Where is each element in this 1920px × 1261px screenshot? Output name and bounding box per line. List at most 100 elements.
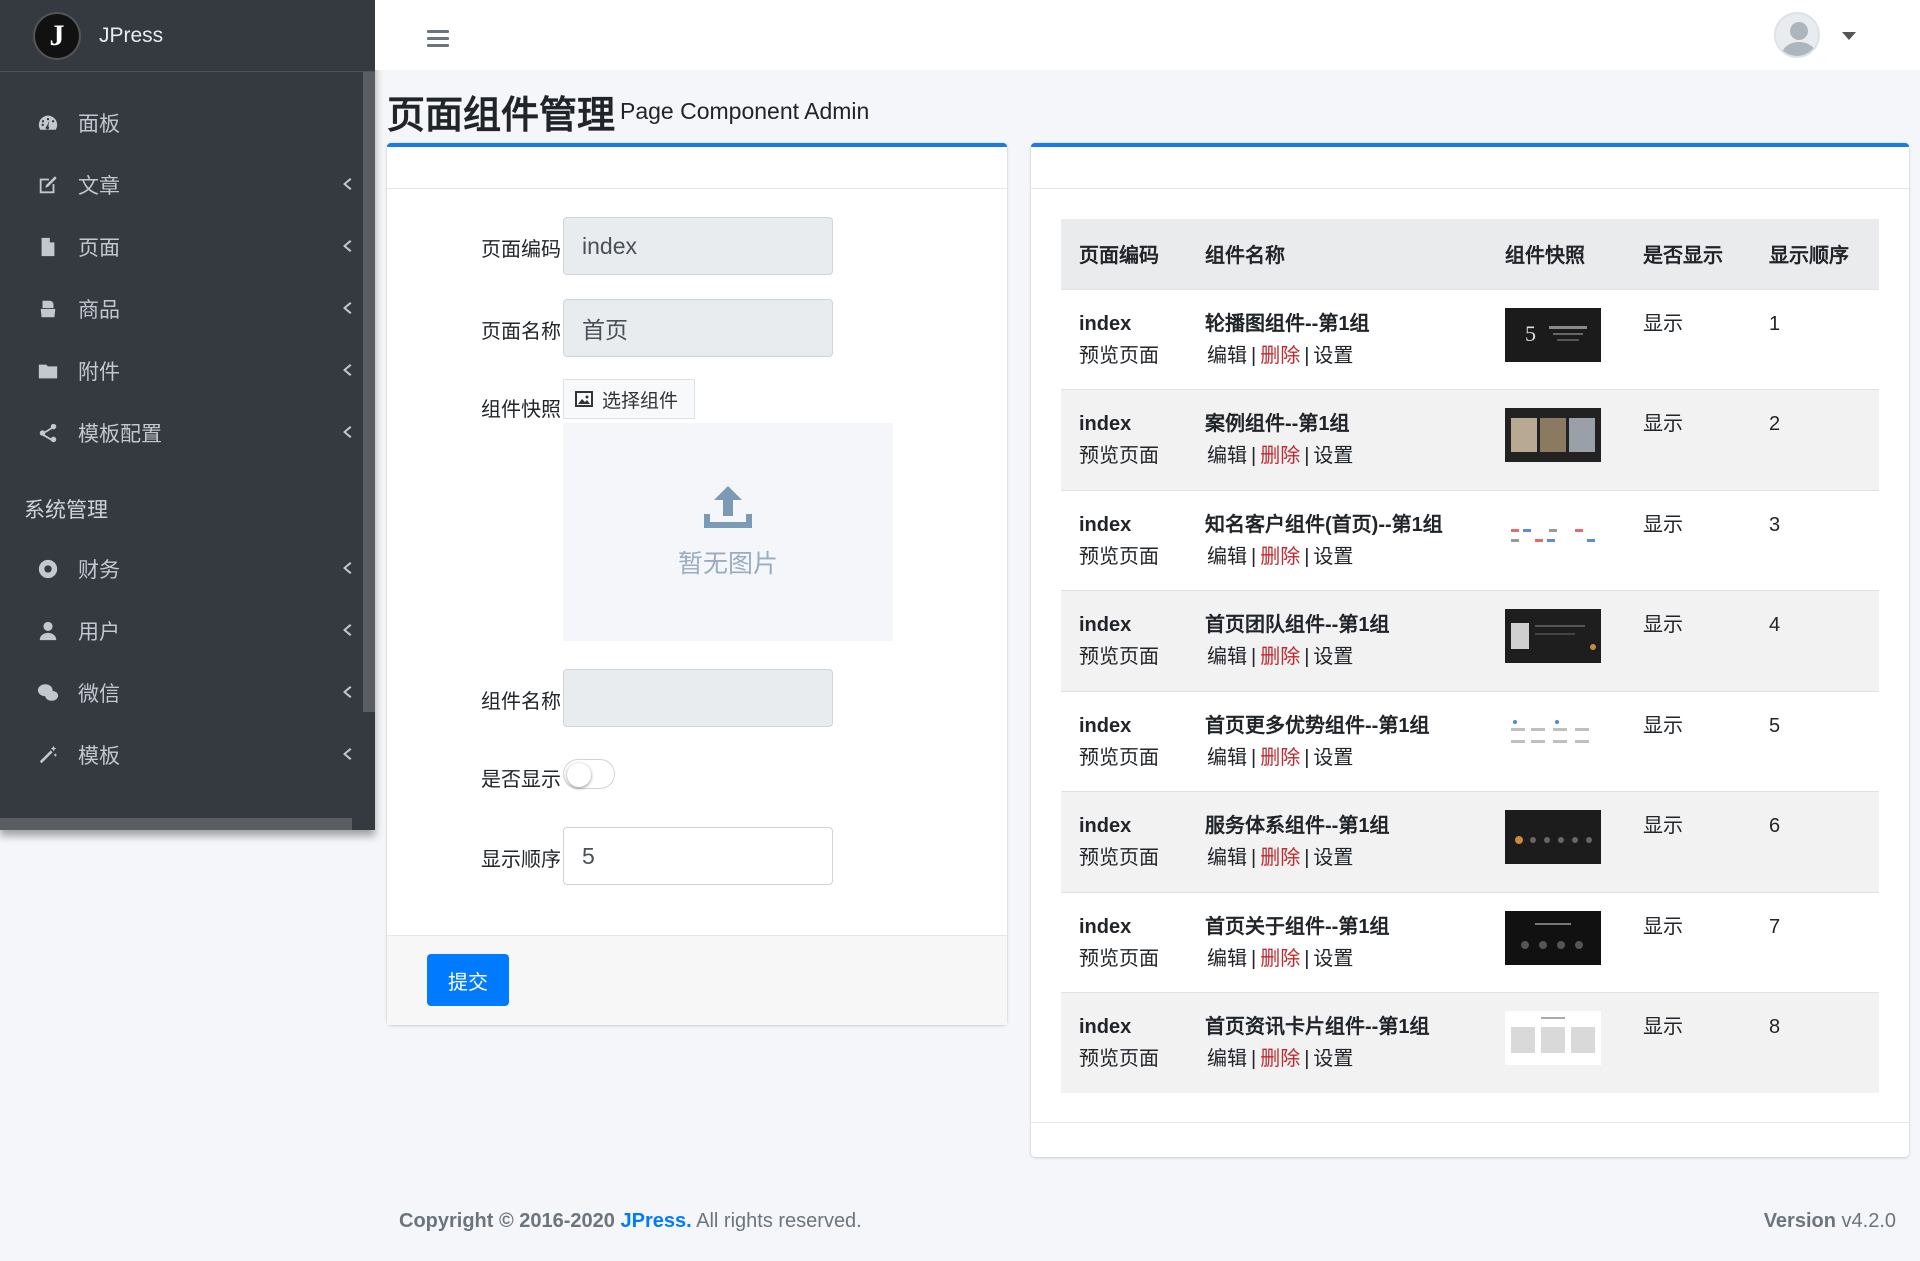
- sidebar-item-template-config[interactable]: 模板配置: [0, 402, 375, 464]
- edit-link[interactable]: 编辑: [1207, 747, 1247, 769]
- component-snapshot-thumbnail[interactable]: [1505, 810, 1601, 864]
- action-separator: |: [1251, 847, 1257, 869]
- table-row: index 预览页面 首页资讯卡片组件--第1组 编辑 | 删除 | 设置 显示 8: [1061, 992, 1879, 1093]
- sidebar-item-products[interactable]: 商品: [0, 278, 375, 340]
- component-name: 服务体系组件--第1组: [1205, 815, 1390, 837]
- preview-page-link[interactable]: 预览页面: [1079, 440, 1187, 472]
- sidebar-item-templates[interactable]: 模板: [0, 724, 375, 786]
- settings-link[interactable]: 设置: [1313, 847, 1353, 869]
- brand[interactable]: J JPress: [0, 0, 375, 72]
- show-toggle[interactable]: [563, 759, 615, 789]
- preview-page-link[interactable]: 预览页面: [1079, 1043, 1187, 1075]
- preview-page-link[interactable]: 预览页面: [1079, 842, 1187, 874]
- component-snapshot-thumbnail[interactable]: [1505, 408, 1601, 462]
- sidebar-item-wechat[interactable]: 微信: [0, 662, 375, 724]
- sidebar-item-attachments[interactable]: 附件: [0, 340, 375, 402]
- sidebar-horizontal-scrollbar[interactable]: [0, 818, 352, 830]
- component-name-input[interactable]: [563, 669, 833, 727]
- sidebar-section-header: 系统管理: [24, 499, 108, 522]
- edit-link[interactable]: 编辑: [1207, 546, 1247, 568]
- component-snapshot-thumbnail[interactable]: [1505, 508, 1601, 563]
- finance-icon: [36, 557, 60, 581]
- sidebar-item-pages[interactable]: 页面: [0, 216, 375, 278]
- preview-page-link[interactable]: 预览页面: [1079, 340, 1187, 372]
- settings-link[interactable]: 设置: [1313, 345, 1353, 367]
- sidebar-item-dashboard[interactable]: 面板: [0, 92, 375, 154]
- settings-link[interactable]: 设置: [1313, 747, 1353, 769]
- settings-link[interactable]: 设置: [1313, 546, 1353, 568]
- table-header-row: 页面编码 组件名称 组件快照 是否显示 显示顺序: [1061, 219, 1879, 289]
- component-list-card: 页面编码 组件名称 组件快照 是否显示 显示顺序 index 预览页面 轮播图组…: [1031, 143, 1909, 1157]
- page-name-input[interactable]: 首页: [563, 299, 833, 357]
- sidebar-item-users[interactable]: 用户: [0, 600, 375, 662]
- edit-link[interactable]: 编辑: [1207, 445, 1247, 467]
- delete-link[interactable]: 删除: [1260, 345, 1300, 367]
- sidebar-item-label: 页面: [78, 237, 120, 260]
- sidebar-item-finance[interactable]: 财务: [0, 538, 375, 600]
- sidebar-item-label: 商品: [78, 299, 120, 322]
- edit-link[interactable]: 编辑: [1207, 345, 1247, 367]
- component-snapshot-thumbnail[interactable]: [1505, 609, 1601, 663]
- order-input[interactable]: 5: [563, 827, 833, 885]
- edit-link[interactable]: 编辑: [1207, 1048, 1247, 1070]
- delete-link[interactable]: 删除: [1260, 646, 1300, 668]
- delete-link[interactable]: 删除: [1260, 445, 1300, 467]
- display-order: 3: [1769, 513, 1781, 536]
- component-snapshot-thumbnail[interactable]: [1505, 709, 1601, 764]
- sidebar-item-articles[interactable]: 文章: [0, 154, 375, 216]
- settings-link[interactable]: 设置: [1313, 948, 1353, 970]
- card-footer: 提交: [387, 935, 1007, 1025]
- settings-link[interactable]: 设置: [1313, 1048, 1353, 1070]
- preview-page-link[interactable]: 预览页面: [1079, 641, 1187, 673]
- component-name: 轮播图组件--第1组: [1205, 312, 1370, 335]
- share-icon: [36, 421, 60, 445]
- settings-link[interactable]: 设置: [1313, 445, 1353, 467]
- delete-link[interactable]: 删除: [1260, 948, 1300, 970]
- col-snapshot: 组件快照: [1505, 245, 1585, 268]
- pick-component-button[interactable]: 选择组件: [563, 379, 695, 419]
- sidebar-scrollbar[interactable]: [363, 72, 375, 712]
- user-menu-caret-icon[interactable]: [1842, 32, 1856, 40]
- component-snapshot-thumbnail[interactable]: 5: [1505, 307, 1601, 362]
- table-row: index 预览页面 首页关于组件--第1组 编辑 | 删除 | 设置 显示 7: [1061, 892, 1879, 993]
- page-code-cell: index 预览页面: [1061, 892, 1187, 993]
- component-table: 页面编码 组件名称 组件快照 是否显示 显示顺序 index 预览页面 轮播图组…: [1061, 219, 1879, 1093]
- delete-link[interactable]: 删除: [1260, 747, 1300, 769]
- menu-toggle-icon[interactable]: [427, 30, 449, 51]
- component-name: 首页更多优势组件--第1组: [1205, 714, 1430, 737]
- snapshot-cell: [1487, 892, 1625, 993]
- preview-page-link[interactable]: 预览页面: [1079, 943, 1187, 975]
- edit-link[interactable]: 编辑: [1207, 646, 1247, 668]
- delete-link[interactable]: 删除: [1260, 546, 1300, 568]
- table-row: index 预览页面 服务体系组件--第1组 编辑 | 删除 | 设置 显示 6: [1061, 791, 1879, 892]
- action-separator: |: [1251, 445, 1257, 467]
- delete-link[interactable]: 删除: [1260, 847, 1300, 869]
- display-order: 5: [1769, 714, 1781, 737]
- chevron-left-icon: [341, 557, 353, 581]
- order-cell: 4: [1751, 591, 1879, 692]
- edit-link[interactable]: 编辑: [1207, 948, 1247, 970]
- order-cell: 2: [1751, 390, 1879, 491]
- brand-logo: J: [35, 13, 79, 58]
- footer-brand-link[interactable]: JPress.: [621, 1210, 692, 1232]
- show-status: 显示: [1643, 915, 1683, 938]
- table-row: index 预览页面 案例组件--第1组 编辑 | 删除 | 设置 显示 2: [1061, 389, 1879, 491]
- preview-page-link[interactable]: 预览页面: [1079, 541, 1187, 573]
- action-separator: |: [1304, 445, 1310, 467]
- snapshot-upload-area[interactable]: 暂无图片: [563, 423, 893, 641]
- version-value: v4.2.0: [1841, 1210, 1896, 1232]
- sidebar-item-label: 模板配置: [78, 423, 162, 446]
- preview-page-link[interactable]: 预览页面: [1079, 742, 1187, 774]
- component-snapshot-thumbnail[interactable]: [1505, 1011, 1601, 1065]
- edit-link[interactable]: 编辑: [1207, 847, 1247, 869]
- page-code-input[interactable]: index: [563, 217, 833, 275]
- submit-button[interactable]: 提交: [427, 954, 509, 1006]
- settings-link[interactable]: 设置: [1313, 646, 1353, 668]
- show-status: 显示: [1643, 614, 1683, 636]
- component-snapshot-thumbnail[interactable]: [1505, 910, 1601, 965]
- avatar[interactable]: [1774, 12, 1820, 58]
- action-separator: |: [1304, 545, 1310, 568]
- table-body: index 预览页面 轮播图组件--第1组 编辑 | 删除 | 设置 5 显示 1 in…: [1061, 289, 1879, 1093]
- brand-name: JPress: [99, 23, 164, 47]
- delete-link[interactable]: 删除: [1260, 1048, 1300, 1070]
